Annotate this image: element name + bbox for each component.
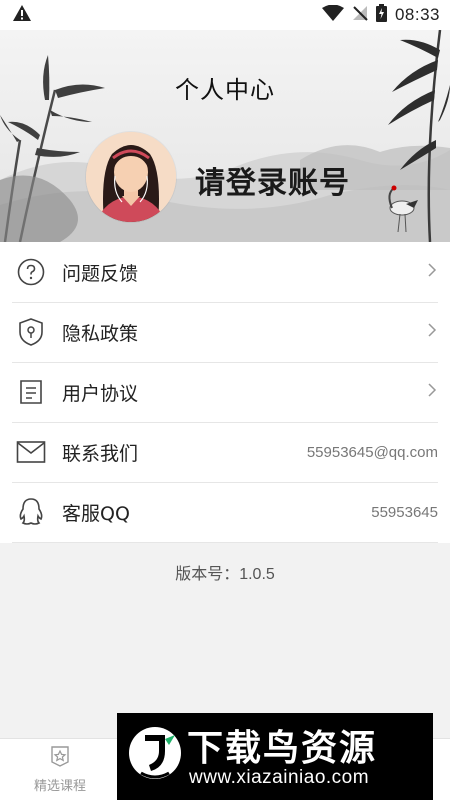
menu-item-label: 客服QQ (62, 502, 130, 525)
mail-icon (14, 435, 48, 469)
clock-time: 08:33 (394, 5, 440, 24)
version-number: 1.0.5 (239, 566, 275, 583)
settings-menu: 问题反馈 隐私政策 用户协议 联系我们 55953645@qq.com 客服QQ… (0, 242, 450, 543)
shield-icon (14, 315, 48, 349)
tab-featured-courses[interactable]: 精选课程 (20, 745, 100, 794)
menu-item-privacy-policy[interactable]: 隐私政策 (0, 302, 450, 362)
wifi-icon (321, 4, 344, 25)
menu-item-label: 用户协议 (62, 382, 139, 405)
page-title: 个人中心 (175, 76, 275, 104)
girl-avatar-icon (86, 132, 176, 222)
avatar[interactable] (86, 132, 176, 222)
warning-icon (12, 4, 32, 26)
chevron-right-icon (426, 262, 438, 282)
menu-item-label: 问题反馈 (62, 262, 139, 285)
qq-number: 55953645 (371, 503, 438, 521)
tab-label: 精选课程 (33, 779, 86, 794)
battery-icon (375, 4, 387, 26)
app-version: 版本号：1.0.5 (0, 560, 450, 584)
watermark-title: 下载鸟资源 (187, 728, 378, 769)
document-icon (14, 375, 48, 409)
watermark-url: www.xiazainiao.com (189, 767, 370, 788)
star-badge-icon (49, 746, 71, 771)
menu-item-label: 联系我们 (62, 442, 139, 465)
divider (12, 542, 438, 543)
watermark-banner: 下载鸟资源 www.xiazainiao.com (117, 713, 433, 800)
qq-icon (14, 495, 48, 529)
no-signal-icon (352, 5, 368, 25)
bird-logo-icon (129, 727, 181, 779)
profile-header: 个人中心 请登录账号 (0, 30, 450, 242)
chevron-right-icon (426, 382, 438, 402)
question-circle-icon (14, 255, 48, 289)
menu-item-contact-us[interactable]: 联系我们 55953645@qq.com (0, 422, 450, 482)
menu-item-label: 隐私政策 (62, 322, 139, 345)
status-bar: 08:33 (0, 0, 450, 30)
menu-item-user-agreement[interactable]: 用户协议 (0, 362, 450, 422)
version-label: 版本号： (175, 564, 240, 583)
chevron-right-icon (426, 322, 438, 342)
ink-landscape-background (0, 30, 450, 242)
login-prompt[interactable]: 请登录账号 (195, 158, 350, 202)
contact-email: 55953645@qq.com (306, 443, 438, 461)
menu-item-feedback[interactable]: 问题反馈 (0, 242, 450, 302)
menu-item-customer-service-qq[interactable]: 客服QQ 55953645 (0, 482, 450, 542)
